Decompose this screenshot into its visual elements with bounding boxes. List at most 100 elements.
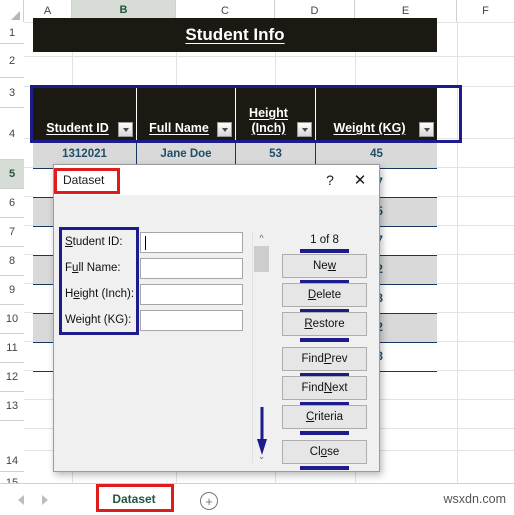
help-button[interactable]: ? [315,167,345,193]
chevron-down-icon [301,127,308,132]
full-name-input[interactable] [140,258,243,279]
row-header-4[interactable]: 4 [0,108,24,160]
row-header-8[interactable]: 8 [0,247,24,276]
data-form-dialog[interactable]: Dataset ? ✕ Student ID: Full Name: Heigh… [53,164,380,472]
row-header-7[interactable]: 7 [0,218,24,247]
row-header-3[interactable]: 3 [0,78,24,108]
column-header-c-label: C [221,5,229,17]
dialog-titlebar[interactable]: Dataset ? ✕ [54,165,379,195]
row-header-strip: 1 2 3 4 5 6 7 8 9 10 11 12 13 14 15 [0,22,24,494]
form-field-weight: Weight (KG): [54,309,252,332]
row-header-13-label: 13 [5,400,19,412]
column-header-f[interactable]: F [457,0,514,22]
row-header-2[interactable]: 2 [0,44,24,78]
table-header-label: Full Name [149,121,209,135]
annotation-underline-restore [300,338,349,342]
row-header-1-label: 1 [8,26,16,39]
triangle-right-icon[interactable] [42,495,48,505]
find-next-button[interactable]: Find Next [282,376,367,400]
titlebar-buttons: ? ✕ [315,165,375,195]
watermark: wsxdn.com [443,492,506,506]
row-header-11[interactable]: 11 [0,334,24,363]
sheet-tab-dataset[interactable]: Dataset [100,488,168,512]
table-header-height[interactable]: Height (Inch) [236,88,316,140]
annotation-arrow-scrollbar [257,407,267,455]
criteria-button[interactable]: Criteria [282,405,367,429]
restore-button[interactable]: Restore [282,312,367,336]
scroll-up-button[interactable]: ^ [253,231,270,245]
row-header-6-label: 6 [8,197,16,209]
row-header-6[interactable]: 6 [0,189,24,218]
weight-input[interactable] [140,310,243,331]
close-icon: ✕ [353,172,367,189]
row-header-2-label: 2 [8,54,16,67]
row-header-4-label: 4 [8,127,16,140]
filter-dropdown-full-name[interactable] [217,122,232,137]
row-header-5-label: 5 [8,168,16,180]
chevron-down-icon [122,127,129,132]
column-header-e-label: E [401,5,410,17]
table-header-full-name[interactable]: Full Name [137,88,236,140]
table-header-label: Weight (KG) [333,121,406,135]
column-header-d-label: D [310,5,319,17]
height-input[interactable] [140,284,243,305]
table-header-student-id[interactable]: Student ID [33,88,137,140]
triangle-left-icon[interactable] [18,495,24,505]
help-icon: ? [326,172,334,188]
field-label-weight: Weight (KG): [65,314,132,326]
cell-text: Jane Doe [160,148,212,160]
scrollbar-thumb[interactable] [254,246,269,272]
record-indicator: 1 of 8 [282,231,367,248]
form-field-student-id: Student ID: [54,231,252,254]
filter-dropdown-weight[interactable] [419,122,434,137]
row-header-spacer [0,421,24,450]
new-button[interactable]: Ne w [282,254,367,278]
select-all-triangle-icon [11,11,20,20]
filter-dropdown-height[interactable] [297,122,312,137]
row-header-10[interactable]: 10 [0,305,24,334]
select-all-corner[interactable] [0,0,24,22]
add-sheet-button[interactable]: + [200,492,218,510]
row-header-12[interactable]: 12 [0,363,24,392]
cell-text: 53 [269,148,282,160]
filter-dropdown-student-id[interactable] [118,122,133,137]
dialog-title: Dataset [63,173,105,187]
gridline [24,56,514,57]
row-header-11-label: 11 [6,342,18,354]
row-header-12-label: 12 [5,371,19,383]
chevron-down-icon [221,127,228,132]
row-header-1[interactable]: 1 [0,22,24,44]
row-header-8-label: 8 [8,255,16,267]
row-header-14[interactable]: 14 [0,450,24,472]
record-indicator-label: 1 of 8 [310,233,339,246]
page-title: Student Info [185,25,285,44]
column-header-f-label: F [482,5,489,17]
delete-button[interactable]: Delete [282,283,367,307]
row-header-13[interactable]: 13 [0,392,24,421]
student-id-input[interactable] [140,232,243,253]
table-header-row: Student ID Full Name Height (Inch) Weigh… [33,88,437,140]
table-header-weight[interactable]: Weight (KG) [316,88,437,140]
gridline [24,86,514,87]
close-form-button[interactable]: Cl o se [282,440,367,464]
annotation-underline-record [300,249,349,253]
field-label-student-id: Student ID: [65,236,123,248]
sheet-tab-label: Dataset [112,492,156,506]
row-header-5[interactable]: 5 [0,160,24,189]
row-header-14-label: 14 [5,454,19,467]
column-header-b-label: B [119,4,128,16]
dialog-body: Student ID: Full Name: Height (Inch): We… [54,195,379,471]
close-button[interactable]: ✕ [345,167,375,193]
sheet-tab-bar: Dataset + wsxdn.com [0,483,514,515]
sheet-navigation[interactable] [18,490,78,510]
sheet-title-banner[interactable]: Student Info [33,18,437,52]
find-prev-button[interactable]: Find Prev [282,347,367,371]
row-header-9[interactable]: 9 [0,276,24,305]
excel-window: A B C D E F 1 2 3 4 5 6 7 8 9 10 11 12 1… [0,0,514,515]
cell-text: 1312021 [62,148,107,160]
annotation-underline-criteria [300,431,349,435]
form-field-full-name: Full Name: [54,257,252,280]
field-label-full-name: Full Name: [65,262,121,274]
gridline [457,22,458,483]
cell-text: 45 [370,148,383,160]
